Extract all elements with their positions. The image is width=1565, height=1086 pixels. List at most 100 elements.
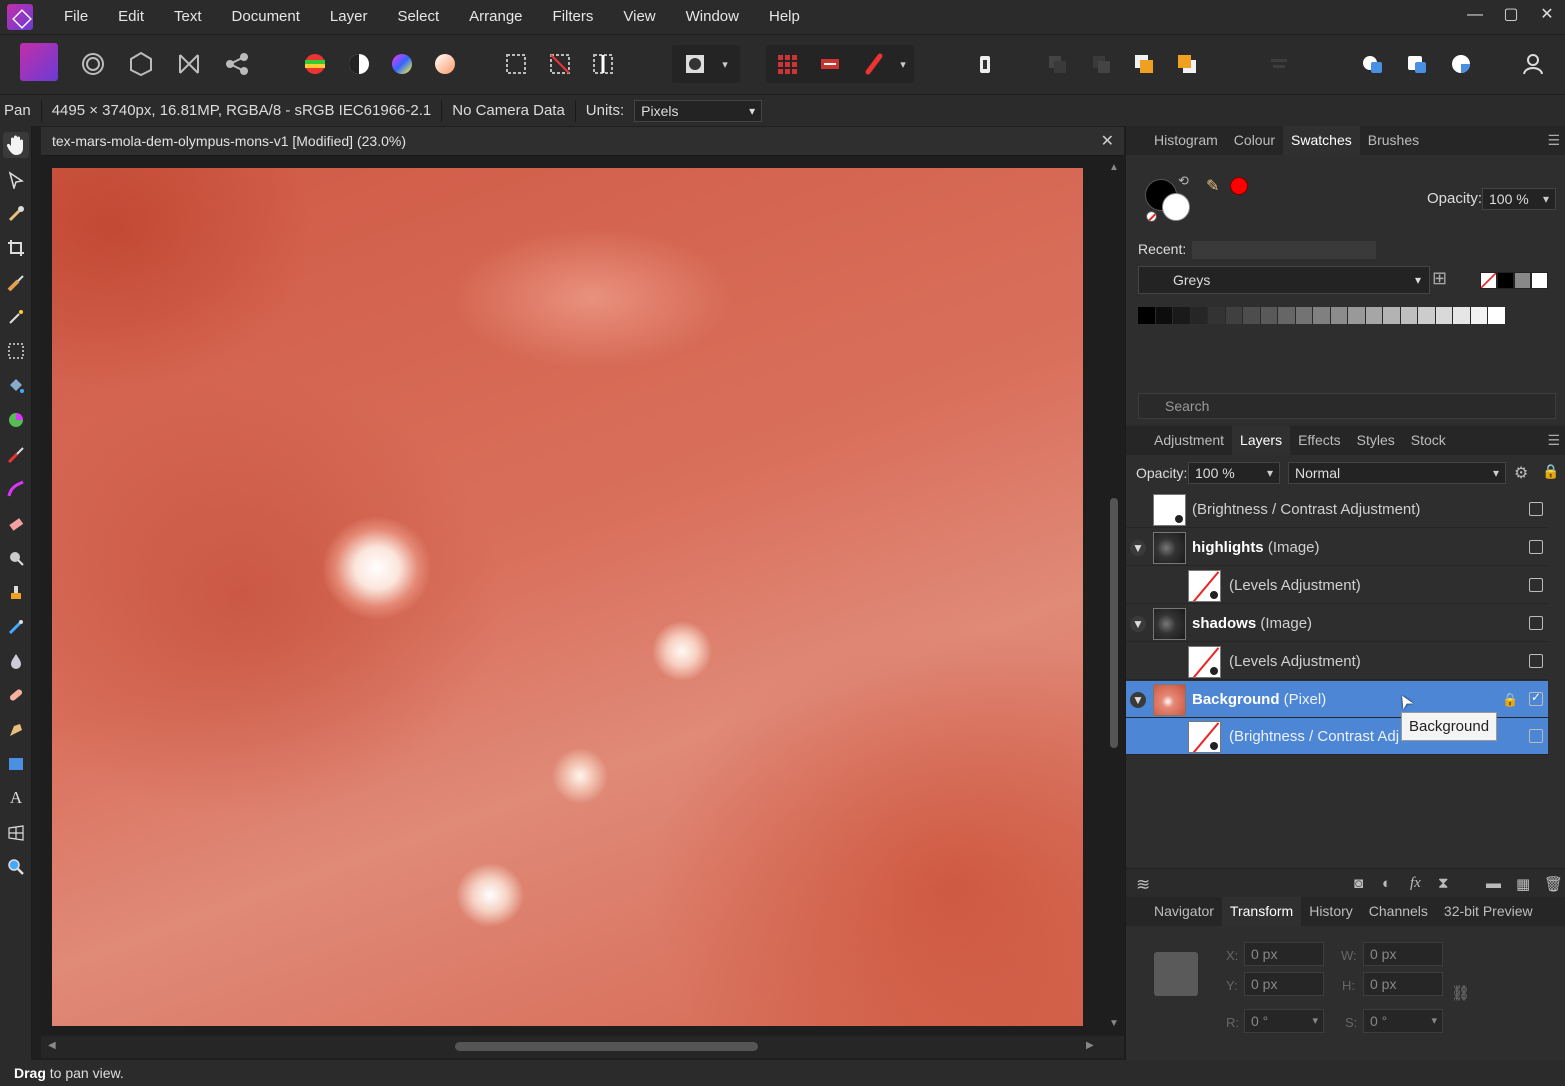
- collapse-arrow-icon[interactable]: ▼: [1130, 616, 1146, 632]
- tab-channels[interactable]: Channels: [1361, 897, 1436, 926]
- black-swatch[interactable]: [1497, 272, 1514, 289]
- tab-colour[interactable]: Colour: [1226, 126, 1283, 155]
- layer-visibility-checkbox[interactable]: [1529, 654, 1543, 668]
- account-icon[interactable]: [1516, 47, 1550, 81]
- tab-navigator[interactable]: Navigator: [1146, 897, 1222, 926]
- y-field[interactable]: 0 px: [1244, 972, 1324, 996]
- close-window-button[interactable]: ✕: [1529, 0, 1565, 34]
- grey-swatch-cell[interactable]: [1225, 307, 1243, 324]
- grey-swatch-cell[interactable]: [1330, 307, 1348, 324]
- adjustment-layer-icon[interactable]: ◐: [1382, 875, 1391, 892]
- scroll-left-arrow-icon[interactable]: ◀: [48, 1040, 56, 1051]
- layer-row[interactable]: (Levels Adjustment): [1126, 567, 1548, 604]
- quick-mask-dropdown-icon[interactable]: ▾: [712, 47, 738, 81]
- collapse-arrow-icon[interactable]: ▼: [1130, 692, 1146, 708]
- flood-select-tool-icon[interactable]: [3, 304, 29, 330]
- boolean-subtract-icon[interactable]: [1400, 47, 1434, 81]
- marquee-tool-icon[interactable]: [3, 338, 29, 364]
- menu-select[interactable]: Select: [382, 0, 454, 34]
- background-colour-swatch[interactable]: [1162, 193, 1190, 221]
- shear-field[interactable]: 0 °: [1363, 1009, 1443, 1033]
- healing-brush-tool-icon[interactable]: [3, 682, 29, 708]
- erase-brush-tool-icon[interactable]: [3, 511, 29, 537]
- units-select[interactable]: Pixels: [634, 99, 763, 122]
- photo-persona-icon[interactable]: [20, 43, 58, 81]
- layer-lock-icon[interactable]: 🔒: [1502, 692, 1518, 708]
- gradient-tool-icon[interactable]: [3, 407, 29, 433]
- grey-swatch-cell[interactable]: [1313, 307, 1331, 324]
- w-field[interactable]: 0 px: [1363, 942, 1443, 966]
- assistant-icon[interactable]: [770, 47, 804, 81]
- tab-effects[interactable]: Effects: [1290, 426, 1349, 455]
- swatch-search-input[interactable]: Search: [1138, 393, 1556, 419]
- grey-swatch-cell[interactable]: [1435, 307, 1453, 324]
- tab-styles[interactable]: Styles: [1349, 426, 1403, 455]
- tab-swatches[interactable]: Swatches: [1283, 126, 1360, 155]
- menu-help[interactable]: Help: [754, 0, 815, 34]
- anchor-point-icon[interactable]: [1154, 952, 1198, 996]
- document-tab[interactable]: tex-mars-mola-dem-olympus-mons-v1 [Modif…: [41, 127, 1124, 156]
- scroll-right-arrow-icon[interactable]: ▶: [1086, 1040, 1094, 1051]
- grey-swatch-cell[interactable]: [1418, 307, 1436, 324]
- menu-filters[interactable]: Filters: [538, 0, 609, 34]
- layer-row[interactable]: ▼ highlights (Image): [1126, 529, 1548, 566]
- layer-visibility-checkbox[interactable]: [1529, 502, 1543, 516]
- menu-window[interactable]: Window: [671, 0, 754, 34]
- grey-swatch-cell[interactable]: [1348, 307, 1366, 324]
- layer-opacity-field[interactable]: 100 %: [1188, 462, 1280, 484]
- colour-replacement-tool-icon[interactable]: [3, 476, 29, 502]
- auto-white-balance-icon[interactable]: [428, 47, 462, 81]
- tab-transform[interactable]: Transform: [1221, 897, 1302, 926]
- pen-tool-icon[interactable]: [3, 717, 29, 743]
- layer-visibility-checkbox[interactable]: [1529, 616, 1543, 630]
- mars-terrain-canvas[interactable]: [52, 168, 1083, 1026]
- mesh-warp-tool-icon[interactable]: [3, 614, 29, 640]
- arrange-to-back-icon[interactable]: [1170, 47, 1204, 81]
- grey-swatch-cell[interactable]: [1190, 307, 1208, 324]
- move-tool-icon[interactable]: [3, 167, 29, 193]
- grey-swatch-cell[interactable]: [1295, 307, 1313, 324]
- scroll-up-arrow-icon[interactable]: ▲: [1109, 162, 1119, 173]
- menu-view[interactable]: View: [608, 0, 670, 34]
- layers-panel-menu-icon[interactable]: ☰: [1547, 432, 1560, 449]
- grey-swatch-cell[interactable]: [1488, 307, 1506, 324]
- layer-visibility-checkbox[interactable]: [1529, 578, 1543, 592]
- export-persona-icon[interactable]: [220, 47, 254, 81]
- move-forward-icon[interactable]: [1084, 47, 1118, 81]
- picked-colour-swatch[interactable]: [1230, 177, 1248, 195]
- boolean-add-icon[interactable]: [1356, 47, 1390, 81]
- grey-swatch-cell[interactable]: [1365, 307, 1383, 324]
- menu-layer[interactable]: Layer: [315, 0, 383, 34]
- grey-swatch-cell[interactable]: [1243, 307, 1261, 324]
- panel-menu-icon[interactable]: ☰: [1547, 132, 1560, 149]
- tab-histogram[interactable]: Histogram: [1146, 126, 1226, 155]
- rectangle-tool-icon[interactable]: [3, 751, 29, 777]
- grey-swatch-cell[interactable]: [1138, 307, 1156, 324]
- add-pixel-layer-icon[interactable]: ▦: [1516, 875, 1530, 893]
- grey-swatch-cell[interactable]: [1383, 307, 1401, 324]
- minimize-button[interactable]: —: [1457, 0, 1493, 34]
- snapping-dropdown-icon[interactable]: ▾: [891, 47, 915, 81]
- swap-colours-icon[interactable]: ⟲: [1178, 173, 1189, 189]
- h-field[interactable]: 0 px: [1363, 972, 1443, 996]
- delete-layer-icon[interactable]: 🗑: [1544, 875, 1563, 893]
- tab-layers[interactable]: Layers: [1232, 426, 1291, 455]
- collapse-arrow-icon[interactable]: ▼: [1130, 540, 1146, 556]
- add-group-icon[interactable]: ▬: [1486, 875, 1501, 892]
- select-all-icon[interactable]: [499, 47, 533, 81]
- document-view[interactable]: [41, 156, 1124, 1034]
- layer-row[interactable]: (Brightness / Contrast Adjustment): [1126, 491, 1548, 528]
- zoom-tool-icon[interactable]: [3, 854, 29, 880]
- arrange-to-front-icon[interactable]: [1127, 47, 1161, 81]
- swatch-opacity-field[interactable]: 100 %: [1482, 188, 1556, 210]
- layer-row[interactable]: (Levels Adjustment): [1126, 643, 1548, 680]
- flood-fill-tool-icon[interactable]: [3, 373, 29, 399]
- layer-visibility-checkbox[interactable]: [1529, 729, 1543, 743]
- palette-options-icon[interactable]: ⊞: [1432, 268, 1447, 289]
- scroll-down-arrow-icon[interactable]: ▼: [1109, 1018, 1119, 1029]
- tab-adjustment[interactable]: Adjustment: [1146, 426, 1232, 455]
- link-aspect-icon[interactable]: ⛓: [1451, 984, 1470, 1002]
- force-pixel-alignment-icon[interactable]: [813, 47, 847, 81]
- live-filter-icon[interactable]: ⧗: [1438, 875, 1449, 892]
- layer-settings-gear-icon[interactable]: ⚙: [1514, 463, 1528, 483]
